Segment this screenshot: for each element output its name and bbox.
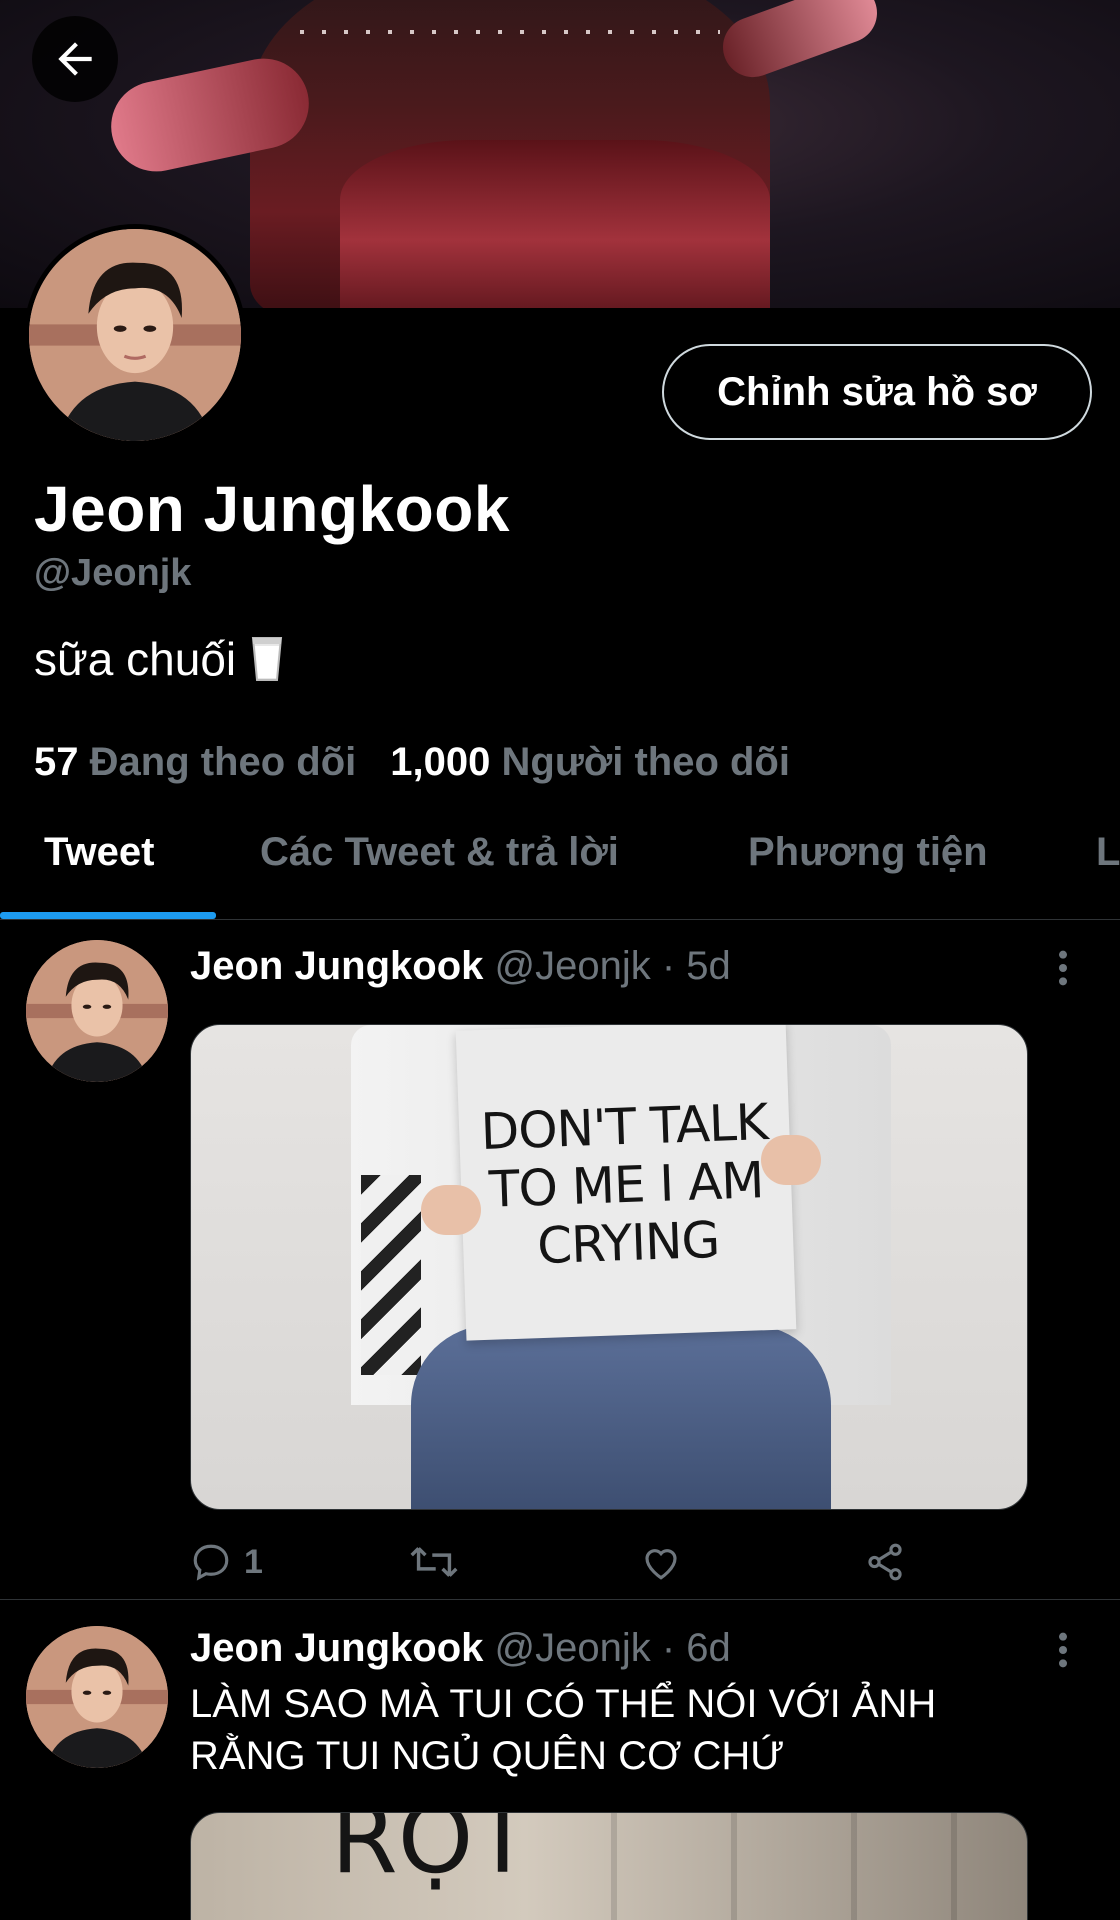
profile-display-name: Jeon Jungkook <box>34 473 510 545</box>
tweet-avatar[interactable] <box>26 940 168 1082</box>
image-jeans <box>411 1325 831 1509</box>
more-options-icon[interactable] <box>1050 948 1076 988</box>
tab-tweets[interactable]: Tweet <box>44 830 154 875</box>
arrow-left-icon <box>58 42 92 76</box>
reply-count: 1 <box>244 1542 263 1581</box>
back-button[interactable] <box>32 16 118 102</box>
share-button[interactable] <box>864 1538 906 1586</box>
tweet-image[interactable]: DON'T TALK TO ME I AM CRYING <box>190 1024 1028 1510</box>
tab-tweets-replies[interactable]: Các Tweet & trả lời <box>260 830 619 875</box>
tweet-image[interactable]: RỌT <box>190 1812 1028 1920</box>
followers-link[interactable]: 1,000 Người theo dõi <box>390 740 790 785</box>
tweet-avatar[interactable] <box>26 1626 168 1768</box>
tab-likes[interactable]: L <box>1096 830 1120 875</box>
retweet-button[interactable] <box>410 1538 458 1586</box>
followers-label: Người theo dõi <box>501 740 790 784</box>
image-hand-left <box>421 1185 481 1235</box>
profile-avatar[interactable] <box>24 224 246 446</box>
more-options-icon[interactable] <box>1050 1630 1076 1670</box>
avatar-face <box>26 1626 168 1768</box>
tweet-text-line: RẰNG TUI NGỦ QUÊN CƠ CHỨ <box>190 1734 785 1778</box>
like-button[interactable] <box>640 1538 682 1586</box>
reply-icon <box>193 1544 229 1581</box>
sign-text-line: CRYING <box>536 1210 721 1276</box>
tweet-item[interactable]: Jeon Jungkook @Jeonjk · 6d LÀM SAO MÀ TU… <box>0 1602 1120 1920</box>
profile-handle: @Jeonjk <box>34 552 192 594</box>
tab-media[interactable]: Phương tiện <box>748 830 988 875</box>
share-icon <box>868 1543 902 1581</box>
tweet-actions: 1 <box>190 1538 950 1586</box>
retweet-icon <box>410 1547 458 1577</box>
avatar-face <box>26 940 168 1082</box>
banner-arm-right <box>714 0 886 86</box>
following-link[interactable]: 57 Đang theo dõi <box>34 740 356 785</box>
image-curtain-fold <box>851 1813 857 1920</box>
reply-button[interactable]: 1 <box>190 1538 263 1586</box>
image-curtain-fold <box>951 1813 957 1920</box>
avatar-face <box>29 229 241 441</box>
milk-glass-icon <box>250 636 284 682</box>
image-sign: DON'T TALK TO ME I AM CRYING <box>455 1025 797 1341</box>
heart-icon <box>645 1549 677 1580</box>
image-curtain-fold <box>611 1813 617 1920</box>
image-curtain-fold <box>731 1813 737 1920</box>
tweet-author-name[interactable]: Jeon Jungkook <box>190 1626 483 1670</box>
follow-stats: 57 Đang theo dõi 1,000 Người theo dõi <box>34 740 790 785</box>
image-hand-right <box>761 1135 821 1185</box>
tweet-text-line: LÀM SAO MÀ TUI CÓ THỂ NÓI VỚI ẢNH <box>190 1682 937 1726</box>
profile-tabs: Tweet Các Tweet & trả lời Phương tiện L <box>0 808 1120 920</box>
tweet-meta: @Jeonjk · 5d <box>494 944 731 988</box>
image-shirt-stripe <box>361 1175 421 1375</box>
tweet-text: LÀM SAO MÀ TUI CÓ THỂ NÓI VỚI ẢNH RẰNG T… <box>190 1678 936 1782</box>
following-label: Đang theo dõi <box>89 740 357 784</box>
edit-profile-button[interactable]: Chỉnh sửa hồ sơ <box>662 344 1092 440</box>
profile-bio: sữa chuối <box>34 632 284 686</box>
followers-count: 1,000 <box>390 740 491 784</box>
tweet-header: Jeon Jungkook @Jeonjk · 5d <box>190 944 731 989</box>
tweet-meta: @Jeonjk · 6d <box>494 1626 731 1670</box>
image-text: RỌT <box>331 1812 532 1895</box>
tweet-author-name[interactable]: Jeon Jungkook <box>190 944 483 988</box>
bio-text: sữa chuối <box>34 633 237 685</box>
sign-text-line: TO ME I AM <box>488 1151 765 1219</box>
tweet-header: Jeon Jungkook @Jeonjk · 6d <box>190 1626 731 1671</box>
banner-studs <box>300 30 720 34</box>
active-tab-indicator <box>0 912 216 919</box>
tweet-item[interactable]: Jeon Jungkook @Jeonjk · 5d DON'T TALK TO… <box>0 930 1120 1600</box>
following-count: 57 <box>34 740 79 784</box>
sign-text-line: DON'T TALK <box>479 1093 769 1162</box>
banner-legs <box>340 140 770 308</box>
